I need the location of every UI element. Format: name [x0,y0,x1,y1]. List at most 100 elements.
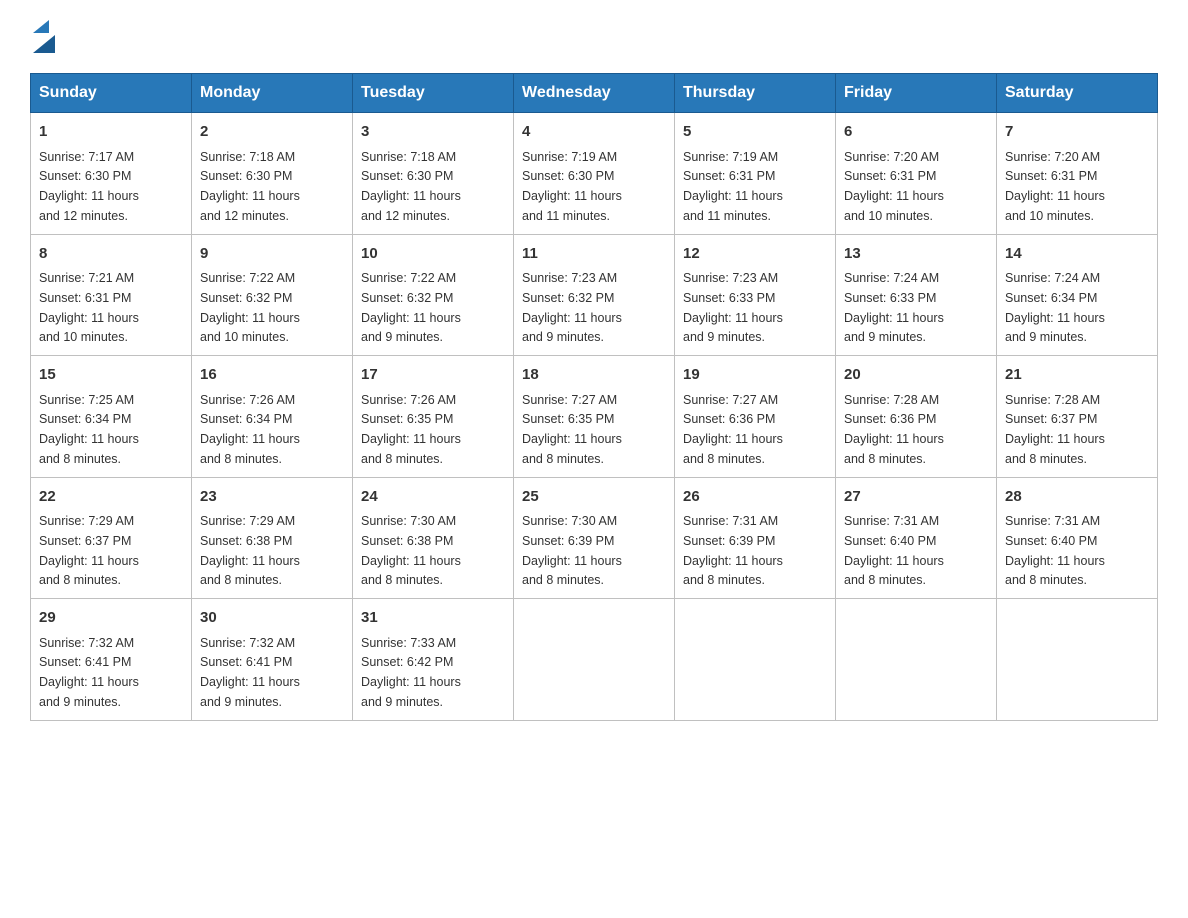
day-info: Sunrise: 7:17 AMSunset: 6:30 PMDaylight:… [39,150,139,223]
day-info: Sunrise: 7:31 AMSunset: 6:39 PMDaylight:… [683,514,783,587]
day-info: Sunrise: 7:30 AMSunset: 6:38 PMDaylight:… [361,514,461,587]
calendar-cell: 26 Sunrise: 7:31 AMSunset: 6:39 PMDaylig… [675,477,836,599]
day-number: 8 [39,243,183,266]
day-number: 3 [361,121,505,144]
day-number: 23 [200,486,344,509]
day-number: 17 [361,364,505,387]
calendar-table: SundayMondayTuesdayWednesdayThursdayFrid… [30,73,1158,721]
day-info: Sunrise: 7:22 AMSunset: 6:32 PMDaylight:… [361,271,461,344]
calendar-cell: 12 Sunrise: 7:23 AMSunset: 6:33 PMDaylig… [675,234,836,356]
calendar-cell: 21 Sunrise: 7:28 AMSunset: 6:37 PMDaylig… [997,356,1158,478]
day-info: Sunrise: 7:26 AMSunset: 6:34 PMDaylight:… [200,393,300,466]
day-info: Sunrise: 7:18 AMSunset: 6:30 PMDaylight:… [361,150,461,223]
day-number: 22 [39,486,183,509]
header-saturday: Saturday [997,74,1158,113]
day-info: Sunrise: 7:32 AMSunset: 6:41 PMDaylight:… [39,636,139,709]
calendar-cell: 5 Sunrise: 7:19 AMSunset: 6:31 PMDayligh… [675,113,836,235]
calendar-cell: 4 Sunrise: 7:19 AMSunset: 6:30 PMDayligh… [514,113,675,235]
day-number: 16 [200,364,344,387]
week-row-1: 1 Sunrise: 7:17 AMSunset: 6:30 PMDayligh… [31,113,1158,235]
day-number: 13 [844,243,988,266]
day-info: Sunrise: 7:31 AMSunset: 6:40 PMDaylight:… [844,514,944,587]
header-thursday: Thursday [675,74,836,113]
day-info: Sunrise: 7:27 AMSunset: 6:35 PMDaylight:… [522,393,622,466]
week-row-4: 22 Sunrise: 7:29 AMSunset: 6:37 PMDaylig… [31,477,1158,599]
day-info: Sunrise: 7:29 AMSunset: 6:38 PMDaylight:… [200,514,300,587]
week-row-5: 29 Sunrise: 7:32 AMSunset: 6:41 PMDaylig… [31,599,1158,721]
calendar-cell: 11 Sunrise: 7:23 AMSunset: 6:32 PMDaylig… [514,234,675,356]
calendar-cell: 7 Sunrise: 7:20 AMSunset: 6:31 PMDayligh… [997,113,1158,235]
calendar-cell: 14 Sunrise: 7:24 AMSunset: 6:34 PMDaylig… [997,234,1158,356]
calendar-cell: 24 Sunrise: 7:30 AMSunset: 6:38 PMDaylig… [353,477,514,599]
day-number: 1 [39,121,183,144]
day-info: Sunrise: 7:28 AMSunset: 6:36 PMDaylight:… [844,393,944,466]
day-number: 29 [39,607,183,630]
day-info: Sunrise: 7:24 AMSunset: 6:33 PMDaylight:… [844,271,944,344]
day-number: 9 [200,243,344,266]
day-number: 25 [522,486,666,509]
day-number: 28 [1005,486,1149,509]
calendar-cell: 19 Sunrise: 7:27 AMSunset: 6:36 PMDaylig… [675,356,836,478]
header-tuesday: Tuesday [353,74,514,113]
day-info: Sunrise: 7:24 AMSunset: 6:34 PMDaylight:… [1005,271,1105,344]
calendar-cell: 16 Sunrise: 7:26 AMSunset: 6:34 PMDaylig… [192,356,353,478]
day-number: 12 [683,243,827,266]
week-row-2: 8 Sunrise: 7:21 AMSunset: 6:31 PMDayligh… [31,234,1158,356]
calendar-cell: 6 Sunrise: 7:20 AMSunset: 6:31 PMDayligh… [836,113,997,235]
day-info: Sunrise: 7:27 AMSunset: 6:36 PMDaylight:… [683,393,783,466]
day-info: Sunrise: 7:29 AMSunset: 6:37 PMDaylight:… [39,514,139,587]
day-info: Sunrise: 7:23 AMSunset: 6:32 PMDaylight:… [522,271,622,344]
calendar-cell: 28 Sunrise: 7:31 AMSunset: 6:40 PMDaylig… [997,477,1158,599]
header-friday: Friday [836,74,997,113]
calendar-cell: 25 Sunrise: 7:30 AMSunset: 6:39 PMDaylig… [514,477,675,599]
day-number: 31 [361,607,505,630]
page-header [30,20,1158,53]
calendar-cell: 3 Sunrise: 7:18 AMSunset: 6:30 PMDayligh… [353,113,514,235]
day-number: 19 [683,364,827,387]
calendar-cell: 22 Sunrise: 7:29 AMSunset: 6:37 PMDaylig… [31,477,192,599]
day-info: Sunrise: 7:18 AMSunset: 6:30 PMDaylight:… [200,150,300,223]
day-number: 24 [361,486,505,509]
week-row-3: 15 Sunrise: 7:25 AMSunset: 6:34 PMDaylig… [31,356,1158,478]
calendar-cell: 31 Sunrise: 7:33 AMSunset: 6:42 PMDaylig… [353,599,514,721]
day-info: Sunrise: 7:19 AMSunset: 6:30 PMDaylight:… [522,150,622,223]
calendar-cell: 8 Sunrise: 7:21 AMSunset: 6:31 PMDayligh… [31,234,192,356]
day-number: 5 [683,121,827,144]
calendar-cell: 17 Sunrise: 7:26 AMSunset: 6:35 PMDaylig… [353,356,514,478]
calendar-cell: 15 Sunrise: 7:25 AMSunset: 6:34 PMDaylig… [31,356,192,478]
calendar-cell: 27 Sunrise: 7:31 AMSunset: 6:40 PMDaylig… [836,477,997,599]
calendar-cell: 29 Sunrise: 7:32 AMSunset: 6:41 PMDaylig… [31,599,192,721]
header-monday: Monday [192,74,353,113]
calendar-cell: 9 Sunrise: 7:22 AMSunset: 6:32 PMDayligh… [192,234,353,356]
day-number: 30 [200,607,344,630]
day-info: Sunrise: 7:30 AMSunset: 6:39 PMDaylight:… [522,514,622,587]
calendar-cell: 13 Sunrise: 7:24 AMSunset: 6:33 PMDaylig… [836,234,997,356]
day-info: Sunrise: 7:20 AMSunset: 6:31 PMDaylight:… [844,150,944,223]
day-number: 21 [1005,364,1149,387]
day-number: 7 [1005,121,1149,144]
day-number: 27 [844,486,988,509]
day-info: Sunrise: 7:25 AMSunset: 6:34 PMDaylight:… [39,393,139,466]
calendar-cell [836,599,997,721]
day-info: Sunrise: 7:21 AMSunset: 6:31 PMDaylight:… [39,271,139,344]
day-number: 10 [361,243,505,266]
day-number: 20 [844,364,988,387]
day-number: 14 [1005,243,1149,266]
day-info: Sunrise: 7:28 AMSunset: 6:37 PMDaylight:… [1005,393,1105,466]
day-number: 4 [522,121,666,144]
logo-triangle-bottom [33,35,55,53]
day-info: Sunrise: 7:31 AMSunset: 6:40 PMDaylight:… [1005,514,1105,587]
calendar-cell: 2 Sunrise: 7:18 AMSunset: 6:30 PMDayligh… [192,113,353,235]
logo-triangle [33,20,55,53]
day-info: Sunrise: 7:32 AMSunset: 6:41 PMDaylight:… [200,636,300,709]
day-number: 11 [522,243,666,266]
day-info: Sunrise: 7:19 AMSunset: 6:31 PMDaylight:… [683,150,783,223]
calendar-cell: 10 Sunrise: 7:22 AMSunset: 6:32 PMDaylig… [353,234,514,356]
calendar-cell [997,599,1158,721]
logo [30,20,55,53]
header-sunday: Sunday [31,74,192,113]
calendar-cell [514,599,675,721]
day-number: 6 [844,121,988,144]
calendar-cell: 18 Sunrise: 7:27 AMSunset: 6:35 PMDaylig… [514,356,675,478]
day-number: 18 [522,364,666,387]
